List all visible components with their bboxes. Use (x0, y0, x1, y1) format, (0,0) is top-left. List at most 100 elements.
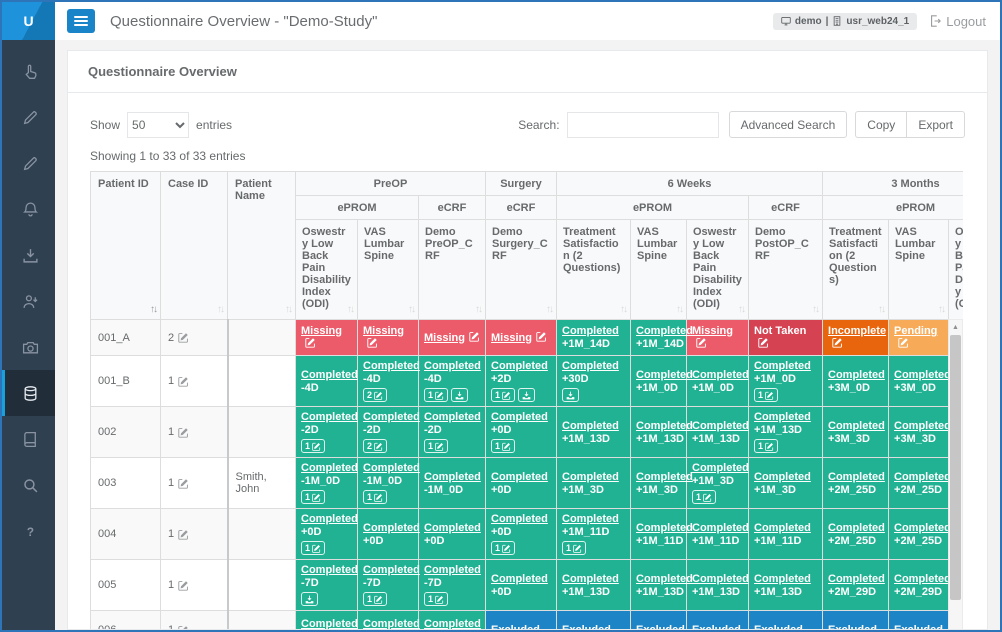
logout-link[interactable]: Logout (929, 14, 986, 29)
status-link[interactable]: Completed (491, 360, 548, 372)
search-input[interactable] (567, 112, 719, 138)
status-link[interactable]: Missing (301, 325, 342, 337)
questionnaire-column-header[interactable]: VAS Lumbar Spine↑↓ (631, 220, 687, 320)
questionnaire-column-header[interactable]: Demo PostOP_CRF↑↓ (749, 220, 823, 320)
status-link[interactable]: Completed (562, 471, 619, 483)
edit-icon[interactable] (758, 337, 769, 348)
status-link[interactable]: Completed (424, 411, 481, 423)
status-link[interactable]: Completed (491, 573, 548, 585)
status-link[interactable]: Completed (363, 411, 420, 423)
questionnaire-column-header[interactable]: Demo Surgery_CRF↑↓ (486, 220, 557, 320)
edit-badge[interactable]: 1 (363, 490, 387, 504)
status-link[interactable]: Completed (301, 513, 358, 525)
status-link[interactable]: Completed (828, 522, 885, 534)
sidebar-item-help[interactable]: ? (2, 508, 55, 554)
edit-icon[interactable] (178, 376, 189, 387)
copy-button[interactable]: Copy (855, 111, 907, 138)
status-link[interactable]: Completed (692, 522, 749, 534)
sidebar-toggle-button[interactable] (67, 9, 95, 33)
sidebar-item-cursor[interactable] (2, 48, 55, 94)
questionnaire-column-header[interactable]: Demo PreOP_CRF↑↓ (419, 220, 486, 320)
edit-icon[interactable] (305, 337, 316, 348)
status-link[interactable]: Completed (491, 513, 548, 525)
edit-badge[interactable]: 1 (301, 490, 325, 504)
status-link[interactable]: Completed (828, 471, 885, 483)
questionnaire-column-header[interactable]: VAS Lumbar Spine↑↓ (889, 220, 949, 320)
status-link[interactable]: Completed (754, 522, 811, 534)
status-link[interactable]: Completed (636, 369, 693, 381)
advanced-search-button[interactable]: Advanced Search (729, 111, 848, 138)
status-link[interactable]: Completed (301, 369, 358, 381)
status-link[interactable]: Completed (363, 564, 420, 576)
edit-icon[interactable] (178, 478, 189, 489)
edit-badge[interactable]: 1 (301, 439, 325, 453)
questionnaire-column-header[interactable]: Treatment Satisfaction (2 Questions)↑↓ (823, 220, 889, 320)
status-link[interactable]: Completed (424, 564, 481, 576)
status-link[interactable]: Completed (828, 420, 885, 432)
edit-badge[interactable]: 1 (363, 592, 387, 606)
status-link[interactable]: Completed (363, 618, 420, 630)
status-link[interactable]: Completed (301, 564, 358, 576)
edit-icon[interactable] (178, 625, 189, 630)
sidebar-item-download[interactable] (2, 232, 55, 278)
column-header-case-id[interactable]: Case ID↑↓ (161, 172, 228, 320)
status-link[interactable]: Completed (636, 471, 693, 483)
status-link[interactable]: Completed (754, 573, 811, 585)
import-badge[interactable] (518, 388, 535, 402)
status-link[interactable]: Completed (562, 573, 619, 585)
import-badge[interactable] (451, 388, 468, 402)
questionnaire-column-header[interactable]: VAS Lumbar Spine↑↓ (358, 220, 419, 320)
questionnaire-column-header[interactable]: Oswestry Low Back Pain Disability Index … (687, 220, 749, 320)
status-link[interactable]: Completed (894, 522, 951, 534)
status-link[interactable]: Completed (754, 360, 811, 372)
status-link[interactable]: Completed (363, 462, 420, 474)
column-header-patient-id[interactable]: Patient ID↑↓ (91, 172, 161, 320)
status-link[interactable]: Not Taken (754, 325, 806, 337)
status-link[interactable]: Completed (301, 462, 358, 474)
edit-icon[interactable] (469, 331, 480, 342)
status-link[interactable]: Completed (562, 360, 619, 372)
edit-icon[interactable] (178, 332, 189, 343)
edit-icon[interactable] (536, 331, 547, 342)
edit-badge[interactable]: 1 (754, 439, 778, 453)
page-size-select[interactable]: 50 (127, 112, 189, 138)
status-link[interactable]: Completed (636, 573, 693, 585)
sidebar-item-bell[interactable] (2, 186, 55, 232)
status-link[interactable]: Completed (424, 522, 481, 534)
status-link[interactable]: Completed (692, 420, 749, 432)
status-link[interactable]: Missing (424, 332, 465, 344)
import-badge[interactable] (301, 592, 318, 606)
status-link[interactable]: Completed (424, 471, 481, 483)
import-badge[interactable] (562, 388, 579, 402)
status-link[interactable]: Completed (491, 471, 548, 483)
edit-badge[interactable]: 1 (491, 388, 515, 402)
status-link[interactable]: Completed (754, 411, 811, 423)
status-link[interactable]: Completed (363, 360, 420, 372)
edit-icon[interactable] (898, 337, 909, 348)
status-link[interactable]: Completed (636, 522, 693, 534)
edit-icon[interactable] (367, 337, 378, 348)
status-link[interactable]: Completed (491, 411, 548, 423)
status-link[interactable]: Completed (424, 360, 481, 372)
table-vertical-scrollbar[interactable]: ▲ (948, 319, 963, 629)
sidebar-item-database[interactable] (2, 370, 55, 416)
edit-badge[interactable]: 2 (363, 388, 387, 402)
status-link[interactable]: Completed (894, 369, 951, 381)
edit-badge[interactable]: 1 (301, 541, 325, 555)
edit-badge[interactable]: 1 (424, 388, 448, 402)
status-link[interactable]: Pending (894, 325, 937, 337)
status-link[interactable]: Completed (562, 325, 619, 337)
sidebar-item-book[interactable] (2, 416, 55, 462)
sidebar-item-camera[interactable] (2, 324, 55, 370)
status-link[interactable]: Completed (894, 471, 951, 483)
status-link[interactable]: Completed (301, 618, 358, 630)
edit-icon[interactable] (178, 427, 189, 438)
edit-icon[interactable] (832, 337, 843, 348)
status-link[interactable]: Completed (424, 618, 481, 630)
questionnaire-column-header[interactable]: Oswestry Low Back Pain Disability Index … (296, 220, 358, 320)
edit-badge[interactable]: 1 (491, 439, 515, 453)
questionnaire-column-header[interactable]: Treatment Satisfaction (2 Questions)↑↓ (557, 220, 631, 320)
edit-icon[interactable] (178, 529, 189, 540)
status-link[interactable]: Completed (692, 462, 749, 474)
edit-badge[interactable]: 1 (424, 592, 448, 606)
